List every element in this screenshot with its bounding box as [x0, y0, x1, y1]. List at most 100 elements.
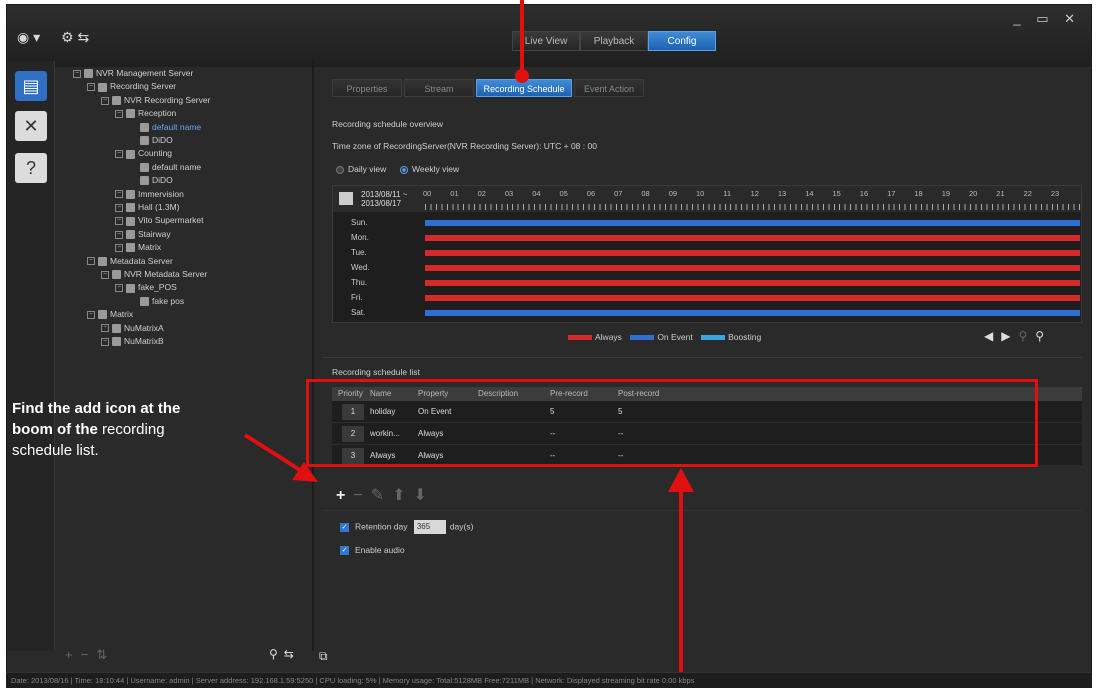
remove-icon[interactable]: −: [81, 647, 97, 662]
tab-event-action[interactable]: Event Action: [574, 79, 644, 97]
expand-icon[interactable]: −: [115, 203, 123, 212]
expand-icon[interactable]: −: [101, 324, 109, 333]
edit-icon[interactable]: ✎: [371, 487, 392, 504]
tree-item[interactable]: −fake pos: [129, 295, 184, 307]
tree-item[interactable]: − Hall (1.3M): [115, 201, 180, 213]
window-controls[interactable]: _ ▭ ✕: [1013, 11, 1081, 27]
day-row[interactable]: Fri.: [333, 291, 1081, 305]
help-icon[interactable]: ?: [15, 153, 47, 183]
date-from: 2013/08/11 ~: [361, 190, 408, 199]
day-row[interactable]: Sun.: [333, 216, 1081, 230]
copy-icon[interactable]: ⧉: [319, 649, 328, 663]
expand-icon[interactable]: −: [101, 270, 109, 279]
expand-icon[interactable]: −: [115, 109, 123, 118]
node-icon: [126, 149, 135, 159]
server-icon[interactable]: ▤: [15, 71, 47, 101]
tree-item[interactable]: − Reception: [115, 107, 176, 119]
tree-item[interactable]: −DiDO: [129, 134, 173, 146]
pane-divider[interactable]: [312, 61, 314, 651]
schedule-bar[interactable]: [425, 220, 1080, 226]
remove-icon[interactable]: −: [353, 487, 370, 504]
tree-item[interactable]: − NVR Management Server: [73, 67, 193, 79]
schedule-bar[interactable]: [425, 280, 1080, 286]
tab-stream[interactable]: Stream: [404, 79, 474, 97]
hour-label: 10: [696, 189, 705, 198]
hour-label: 23: [1050, 189, 1060, 198]
hour-label: 15: [832, 189, 841, 198]
schedule-bar[interactable]: [425, 265, 1080, 271]
tab-properties[interactable]: Properties: [332, 79, 402, 97]
expand-icon[interactable]: −: [87, 257, 95, 266]
tree-item[interactable]: − Immervision: [115, 188, 184, 200]
expand-icon[interactable]: −: [115, 190, 123, 199]
tree-item[interactable]: − NVR Recording Server: [101, 94, 210, 106]
tree-item[interactable]: − Matrix: [87, 308, 133, 320]
tab-playback[interactable]: Playback: [580, 31, 648, 51]
retention-input[interactable]: 365: [413, 520, 446, 534]
tree-item-label: Matrix: [110, 309, 134, 320]
day-row[interactable]: Mon.: [333, 231, 1081, 245]
search-icon[interactable]: ⚲: [269, 647, 284, 661]
expand-icon[interactable]: −: [115, 243, 123, 252]
add-icon[interactable]: +: [336, 487, 353, 504]
tree-item[interactable]: − NVR Metadata Server: [101, 268, 207, 280]
move-up-icon[interactable]: ⬆: [392, 487, 413, 504]
expand-icon[interactable]: −: [115, 230, 123, 239]
sync-icon[interactable]: ⇆: [284, 647, 300, 661]
expand-icon[interactable]: −: [73, 69, 81, 78]
tree-item[interactable]: − Vito Supermarket: [115, 214, 204, 226]
day-row[interactable]: Tue.: [333, 246, 1081, 260]
expand-icon[interactable]: −: [115, 150, 123, 159]
node-icon: [126, 109, 135, 119]
tree-item[interactable]: − Metadata Server: [87, 255, 173, 267]
tab-config[interactable]: Config: [648, 31, 716, 51]
prev-arrow-icon[interactable]: ◀: [984, 329, 1001, 343]
tree-item[interactable]: − NuMatrixB: [101, 335, 164, 347]
annotation-text: Find the add icon at the boom of the rec…: [12, 398, 242, 461]
daily-view-radio[interactable]: Daily view: [336, 164, 386, 174]
expand-icon[interactable]: −: [87, 83, 95, 92]
tree-item[interactable]: − NuMatrixA: [101, 322, 164, 334]
tree-item[interactable]: − Matrix: [115, 241, 161, 253]
node-icon: [126, 283, 135, 293]
enable-audio-label: Enable audio: [355, 545, 405, 555]
schedule-bar[interactable]: [425, 310, 1080, 316]
weekly-view-radio[interactable]: Weekly view: [400, 164, 459, 174]
node-icon: [140, 136, 149, 146]
audio-checkbox[interactable]: ✓: [340, 546, 349, 556]
next-arrow-icon[interactable]: ▶: [1001, 329, 1018, 343]
expand-icon[interactable]: −: [101, 337, 109, 346]
tree-item[interactable]: − Counting: [115, 147, 172, 159]
expand-icon[interactable]: −: [115, 217, 123, 226]
sort-icon[interactable]: ⇅: [96, 647, 115, 662]
hour-label: 19: [941, 189, 951, 198]
zoom-in-icon[interactable]: ⚲: [1035, 329, 1052, 343]
calendar-icon[interactable]: [339, 192, 353, 205]
day-row[interactable]: Thu.: [333, 276, 1081, 290]
zoom-out-icon[interactable]: ⚲: [1018, 329, 1035, 343]
add-icon[interactable]: +: [65, 647, 81, 662]
tree-item[interactable]: − Recording Server: [87, 80, 176, 92]
expand-icon[interactable]: −: [87, 310, 95, 319]
day-row[interactable]: Sat.: [333, 306, 1081, 320]
schedule-bar[interactable]: [425, 295, 1080, 301]
schedule-bar[interactable]: [425, 250, 1080, 256]
expand-icon[interactable]: −: [115, 284, 123, 293]
retention-checkbox[interactable]: ✓: [340, 522, 349, 532]
globe-menu-icon[interactable]: ◉ ▾: [17, 29, 40, 46]
tree-item[interactable]: −default name: [129, 121, 201, 133]
move-down-icon[interactable]: ⬇: [414, 487, 435, 504]
expand-icon[interactable]: −: [101, 96, 109, 105]
tools-icon[interactable]: ✕: [15, 111, 47, 141]
divider: [322, 357, 1082, 358]
tree-item[interactable]: −DiDO: [129, 174, 173, 186]
hour-label: 16: [859, 189, 869, 198]
tree-item[interactable]: − Stairway: [115, 228, 171, 240]
settings-icon[interactable]: ⚙ ⇆: [61, 29, 89, 46]
day-row[interactable]: Wed.: [333, 261, 1081, 275]
tree-item[interactable]: −default name: [129, 161, 201, 173]
schedule-bar[interactable]: [425, 235, 1080, 241]
tree-item[interactable]: − fake_POS: [115, 281, 177, 293]
tab-recording-schedule[interactable]: Recording Schedule: [476, 79, 572, 97]
tab-live-view[interactable]: Live View: [512, 31, 580, 51]
